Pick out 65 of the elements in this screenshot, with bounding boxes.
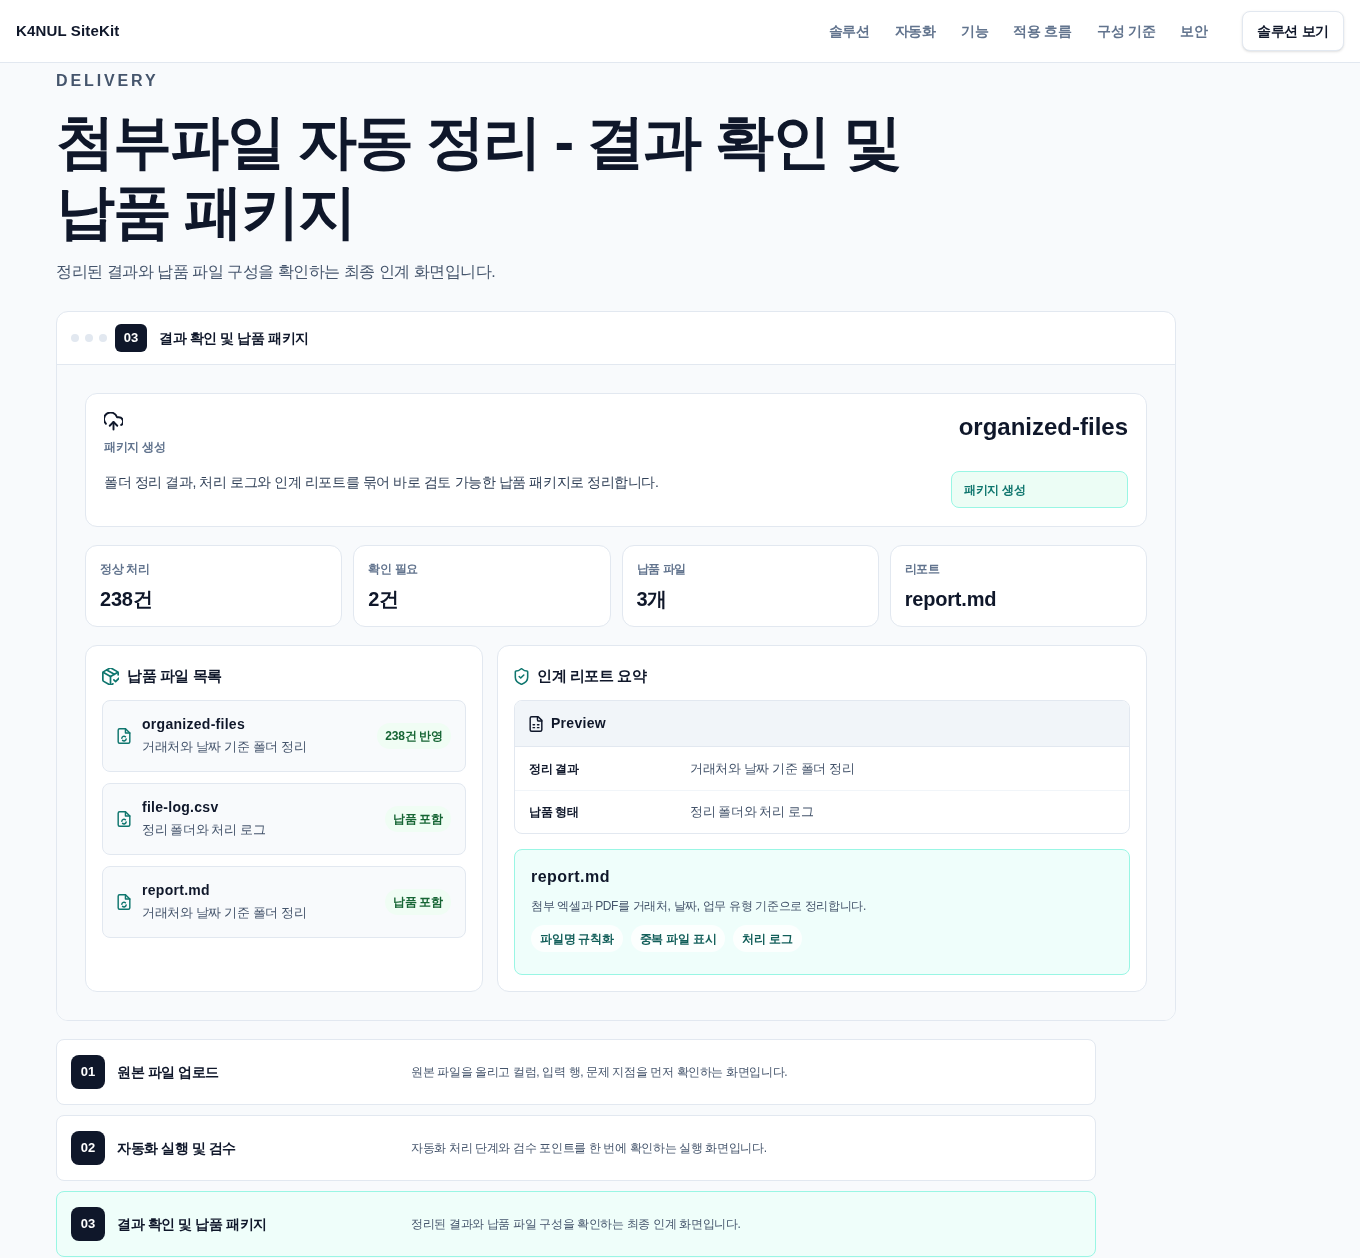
step-title: 결과 확인 및 납품 패키지 [117,1214,268,1234]
file-badge: 238건 반영 [377,723,451,749]
step-row[interactable]: 01 원본 파일 업로드 원본 파일을 올리고 컬럼, 입력 행, 문제 지점을 먼저 확인하는 화면입니다. [56,1039,1096,1105]
nav-link[interactable]: 구성 기준 [1096,20,1156,42]
step-title: 원본 파일 업로드 [117,1062,220,1082]
stat-label: 확인 필요 [368,561,419,578]
file-icon [117,728,131,744]
status-badge: 패키지 생성 [951,471,1128,508]
feature-tag: 처리 로그 [733,925,802,952]
nav-link[interactable]: 보안 [1180,20,1208,42]
file-description: 거래처와 날짜 기준 폴더 정리 [142,738,308,757]
row-value: 정리 폴더와 처리 로그 [690,803,814,822]
row-label: 정리 결과 [529,760,580,778]
package-description: 폴더 정리 결과, 처리 로그와 인계 리포트를 묶어 바로 검토 가능한 납품 패키지로 정리합니다. [104,473,659,492]
cta-button[interactable]: 솔루션 보기 [1241,11,1344,51]
step-number: 03 [115,324,147,352]
window-title: 결과 확인 및 납품 패키지 [159,328,309,348]
panel-title: 인계 리포트 요약 [537,665,647,686]
stat-label: 리포트 [904,561,941,578]
page-subtitle: 정리된 결과와 납품 파일 구성을 확인하는 최종 인계 화면입니다. [56,262,497,282]
feature-tag: 중복 파일 표시 [630,925,726,952]
panel-title: 납품 파일 목록 [127,665,222,686]
feature-tag: 파일명 규칙화 [531,925,623,952]
file-icon [117,894,131,910]
package-name: organized-files [958,412,1128,442]
step-number: 01 [71,1055,105,1089]
file-badge: 납품 포함 [384,806,451,832]
row-value: 거래처와 날짜 기준 폴더 정리 [690,759,855,778]
step-description: 자동화 처리 단계와 검수 포인트를 한 번에 확인하는 실행 화면입니다. [411,1140,767,1157]
stat-value: 3개 [636,587,669,612]
step-description: 정리된 결과와 납품 파일 구성을 확인하는 최종 인계 화면입니다. [411,1216,741,1233]
step-title: 자동화 실행 및 검수 [117,1138,238,1158]
stat-label: 정상 처리 [100,561,151,578]
file-description: 거래처와 날짜 기준 폴더 정리 [142,904,308,923]
nav-link[interactable]: 적용 흐름 [1013,20,1072,42]
eyebrow-label: DELIVERY [56,71,160,91]
file-name: file-log.csv [142,798,220,817]
report-name: report.md [531,867,611,887]
preview-title: Preview [551,714,606,733]
package-label: 패키지 생성 [104,439,167,456]
step-number: 02 [71,1131,105,1165]
package-check-icon [102,667,119,685]
stat-label: 납품 파일 [636,561,688,578]
file-description: 정리 폴더와 처리 로그 [142,821,267,840]
step-row[interactable]: 03 결과 확인 및 납품 패키지 정리된 결과와 납품 파일 구성을 확인하는 최종 인계 화면입니다. [56,1191,1096,1257]
file-badge: 납품 포함 [384,889,451,915]
report-description: 첨부 엑셀과 PDF를 거래처, 날짜, 업무 유형 기준으로 정리합니다. [531,898,867,915]
row-label: 납품 형태 [529,804,580,821]
step-description: 원본 파일을 올리고 컬럼, 입력 행, 문제 지점을 먼저 확인하는 화면입니다. [411,1064,788,1081]
file-name: organized-files [142,715,246,734]
stat-value: report.md [904,587,998,612]
nav-link[interactable]: 자동화 [894,20,936,42]
stat-value: 2건 [368,587,400,612]
file-icon [117,811,131,827]
shield-check-icon [514,667,529,685]
step-number: 03 [71,1207,105,1241]
step-row[interactable]: 02 자동화 실행 및 검수 자동화 처리 단계와 검수 포인트를 한 번에 확인하는 실행 화면입니다. [56,1115,1096,1181]
cloud-upload-icon [104,412,123,431]
page-title: 첨부파일 자동 정리 - 결과 확인 및 납품 패키지 [56,108,901,247]
nav-link[interactable]: 기능 [960,20,989,42]
spreadsheet-file-icon [529,715,543,732]
stat-value: 238건 [100,587,154,612]
nav-link[interactable]: 솔루션 [828,20,870,42]
file-name: report.md [142,881,211,900]
logo[interactable]: K4NUL SiteKit [16,19,120,43]
